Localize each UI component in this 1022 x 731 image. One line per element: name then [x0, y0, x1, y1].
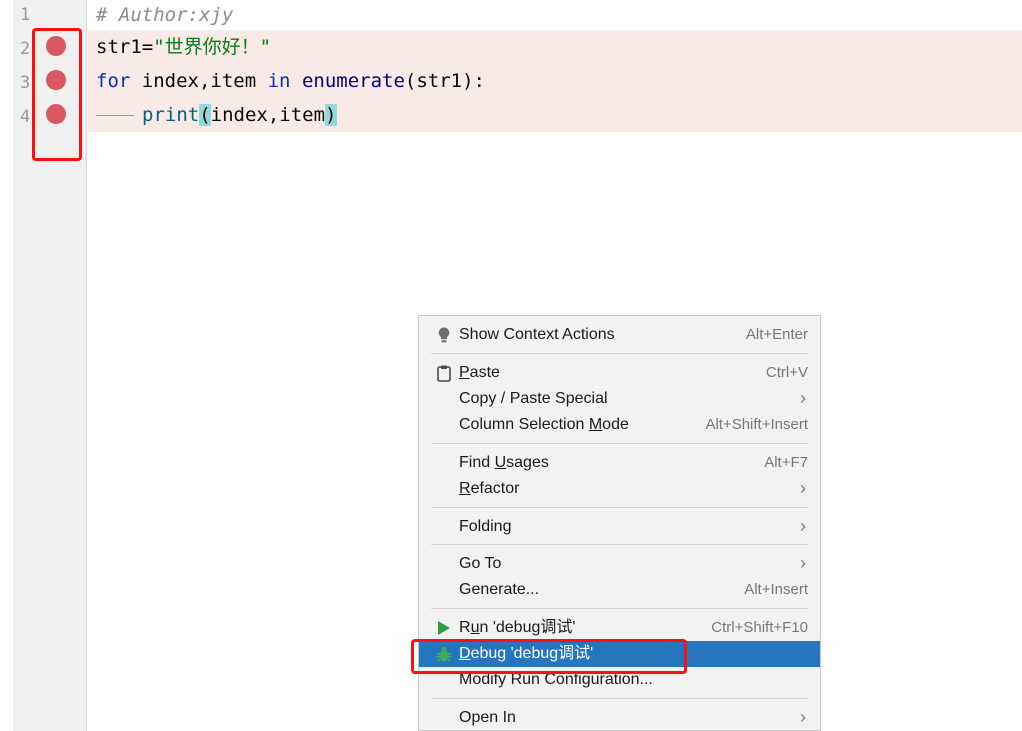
clipboard-icon	[437, 365, 451, 382]
close-paren: )	[325, 104, 337, 126]
code-line-3[interactable]: for index,item in enumerate(str1):	[88, 64, 1022, 98]
chevron-right-icon: ›	[800, 478, 806, 498]
call-args: (str1):	[404, 70, 485, 92]
chevron-right-icon: ›	[800, 516, 806, 536]
menu-item-generate[interactable]: Generate... Alt+Insert	[419, 577, 820, 603]
menu-shortcut: Ctrl+Shift+F10	[711, 619, 808, 636]
left-strip	[0, 0, 13, 731]
menu-label: Folding	[459, 518, 512, 535]
loop-vars: index,item	[130, 70, 268, 92]
keyword-for: for	[96, 70, 131, 92]
lightbulb-icon	[438, 327, 450, 343]
string-literal: "世界你好！"	[153, 36, 272, 58]
menu-label: Copy / Paste Special	[459, 390, 608, 407]
menu-separator	[431, 544, 808, 545]
menu-separator	[431, 608, 808, 609]
menu-item-go-to[interactable]: Go To ›	[419, 551, 820, 577]
chevron-right-icon: ›	[800, 553, 806, 573]
menu-item-find-usages[interactable]: Find Usages Alt+F7	[419, 450, 820, 476]
function-name: print	[142, 104, 200, 126]
menu-label: Run 'debug调试'	[459, 619, 576, 636]
menu-label: Open In	[459, 709, 516, 726]
open-paren: (	[199, 104, 211, 126]
menu-label: Refactor	[459, 480, 520, 497]
code-line-2[interactable]: str1="世界你好！"	[88, 30, 1022, 64]
code-line-1[interactable]: # Author:xjy	[88, 0, 1022, 34]
indent-guide	[96, 115, 134, 116]
menu-label: Generate...	[459, 581, 540, 598]
identifier: str1	[96, 36, 142, 58]
menu-shortcut: Alt+F7	[764, 454, 808, 471]
chevron-right-icon: ›	[800, 388, 806, 408]
menu-label: Column Selection Mode	[459, 416, 629, 433]
menu-label: Paste	[459, 364, 500, 381]
chevron-right-icon: ›	[800, 707, 806, 727]
menu-shortcut: Alt+Shift+Insert	[705, 416, 808, 433]
comment: # Author:xjy	[96, 4, 234, 26]
code-line-4[interactable]: print(index,item)	[88, 98, 1022, 132]
call-args: index,item	[210, 104, 326, 126]
menu-item-paste[interactable]: Paste Ctrl+V	[419, 360, 820, 386]
menu-shortcut: Alt+Enter	[745, 326, 808, 343]
menu-label: Go To	[459, 555, 502, 572]
debug-annotation-box	[411, 639, 687, 674]
menu-item-folding[interactable]: Folding ›	[419, 514, 820, 540]
operator: =	[141, 36, 154, 58]
menu-item-column-selection-mode[interactable]: Column Selection Mode Alt+Shift+Insert	[419, 412, 820, 438]
menu-item-run[interactable]: Run 'debug调试' Ctrl+Shift+F10	[419, 615, 820, 641]
menu-separator	[431, 353, 808, 354]
menu-separator	[431, 443, 808, 444]
menu-label: Show Context Actions	[459, 326, 615, 343]
menu-label: Find Usages	[459, 454, 549, 471]
menu-shortcut: Alt+Insert	[744, 581, 808, 598]
keyword-in: in	[267, 70, 291, 92]
function-name: enumerate	[290, 70, 405, 92]
menu-item-refactor[interactable]: Refactor ›	[419, 476, 820, 502]
menu-item-open-in[interactable]: Open In ›	[419, 705, 820, 731]
menu-separator	[431, 698, 808, 699]
breakpoint-annotation-box	[32, 28, 82, 161]
run-triangle-icon	[438, 621, 450, 635]
menu-shortcut: Ctrl+V	[765, 364, 808, 381]
menu-item-copy-paste-special[interactable]: Copy / Paste Special ›	[419, 386, 820, 412]
menu-item-show-context-actions[interactable]: Show Context Actions Alt+Enter	[419, 322, 820, 348]
menu-separator	[431, 507, 808, 508]
